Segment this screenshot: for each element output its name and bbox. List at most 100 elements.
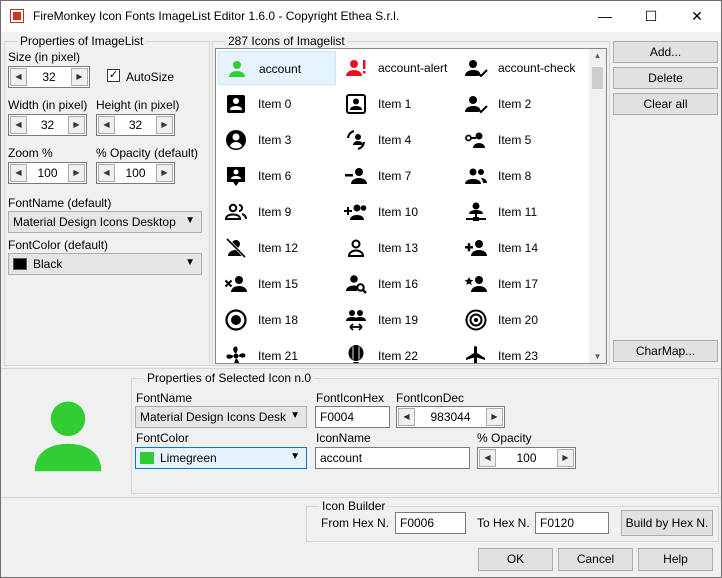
icon-list-item[interactable]: Item 9: [218, 195, 336, 229]
scroll-down-icon[interactable]: ▼: [589, 352, 606, 361]
icon-list-item[interactable]: Item 15: [218, 267, 336, 301]
width-value[interactable]: 32: [29, 118, 66, 132]
fonticondec-increment-icon[interactable]: ▶: [486, 408, 503, 426]
target-icon: [465, 309, 487, 331]
fonticondec-spin[interactable]: ◀ 983044 ▶: [396, 406, 505, 428]
selected-icon-group-title: Properties of Selected Icon n.0: [144, 371, 315, 385]
cancel-button[interactable]: Cancel: [558, 548, 633, 571]
icon-list[interactable]: Item 23 Item 22 Item 21 Item 20 Item 19 Item …: [215, 48, 607, 364]
icon-list-item[interactable]: Item 22: [338, 339, 456, 363]
height-spin[interactable]: ◀ 32 ▶: [96, 114, 175, 136]
help-button[interactable]: Help: [638, 548, 713, 571]
opacity-spin[interactable]: ◀ 100 ▶: [96, 162, 175, 184]
icon-list-item[interactable]: Item 4: [338, 123, 456, 157]
close-button[interactable]: ✕: [674, 1, 720, 32]
height-decrement-icon[interactable]: ◀: [98, 116, 115, 134]
icon-list-item-label: Item 23: [498, 349, 539, 363]
opacity-value[interactable]: 100: [117, 166, 154, 180]
icon-opacity-label: % Opacity: [477, 431, 532, 445]
fontname-combo[interactable]: Material Design Icons Desk ▼: [135, 406, 307, 428]
icon-list-item[interactable]: account-alert: [338, 51, 456, 85]
minimize-button[interactable]: —: [582, 1, 628, 32]
fonticonhex-input[interactable]: F0004: [315, 406, 390, 428]
icon-list-item-label: Item 2: [498, 97, 532, 111]
ok-button[interactable]: OK: [478, 548, 553, 571]
icon-list-item-label: Item 22: [378, 349, 419, 363]
icon-list-item[interactable]: Item 18: [218, 303, 336, 337]
icon-opacity-increment-icon[interactable]: ▶: [557, 449, 574, 467]
icon-list-item[interactable]: Item 10: [338, 195, 456, 229]
fontcolor-combo[interactable]: Limegreen ▼: [135, 447, 307, 469]
icon-list-item[interactable]: Item 12: [218, 231, 336, 265]
account-off-icon: [225, 237, 247, 259]
icon-list-item[interactable]: Item 7: [338, 159, 456, 193]
icon-opacity-value[interactable]: 100: [498, 451, 555, 465]
icon-list-item[interactable]: Item 17: [458, 267, 576, 301]
icon-list-scrollbar[interactable]: ▲ ▼: [589, 49, 606, 363]
icon-list-item[interactable]: Item 6: [218, 159, 336, 193]
autosize-checkbox[interactable]: ✓: [107, 69, 120, 82]
editor-window: FireMonkey Icon Fonts ImageList Editor 1…: [0, 0, 722, 578]
opacity-increment-icon[interactable]: ▶: [156, 164, 173, 182]
height-value[interactable]: 32: [117, 118, 154, 132]
build-by-hex-button[interactable]: Build by Hex N.: [621, 510, 713, 536]
fontname-default-combo[interactable]: Material Design Icons Desktop ▼: [8, 211, 202, 233]
fontcolor-default-value: Black: [33, 257, 63, 271]
icon-list-item[interactable]: Item 16: [338, 267, 456, 301]
icon-list-item[interactable]: Item 3: [218, 123, 336, 157]
size-increment-icon[interactable]: ▶: [71, 68, 88, 86]
icon-list-item[interactable]: Item 21: [218, 339, 336, 363]
icon-list-item[interactable]: Item 23: [458, 339, 576, 363]
account-box-icon: [227, 95, 245, 113]
icon-list-item-label: Item 20: [498, 313, 539, 327]
account-check-icon: [465, 60, 488, 78]
icon-list-item-label: Item 5: [498, 133, 532, 147]
zoom-increment-icon[interactable]: ▶: [68, 164, 85, 182]
icon-opacity-spin[interactable]: ◀ 100 ▶: [477, 447, 576, 469]
account-plus-icon: [465, 240, 487, 256]
zoom-decrement-icon[interactable]: ◀: [10, 164, 27, 182]
add-button[interactable]: Add...: [613, 41, 718, 63]
icon-list-item[interactable]: Item 2: [458, 87, 576, 121]
icon-list-item[interactable]: Item 13: [338, 231, 456, 265]
opacity-decrement-icon[interactable]: ◀: [98, 164, 115, 182]
width-label: Width (in pixel): [8, 98, 88, 112]
icon-list-item[interactable]: account-check: [458, 51, 576, 85]
scroll-up-icon[interactable]: ▲: [589, 51, 606, 60]
fontcolor-default-label: FontColor (default): [8, 238, 109, 252]
height-increment-icon[interactable]: ▶: [156, 116, 173, 134]
fonticondec-decrement-icon[interactable]: ◀: [398, 408, 415, 426]
zoom-spin[interactable]: ◀ 100 ▶: [8, 162, 87, 184]
size-decrement-icon[interactable]: ◀: [10, 68, 27, 86]
iconname-input[interactable]: account: [315, 447, 470, 469]
icon-list-item[interactable]: Item 8: [458, 159, 576, 193]
charmap-button[interactable]: CharMap...: [613, 340, 718, 362]
icon-list-item-label: Item 4: [378, 133, 412, 147]
clear-all-button[interactable]: Clear all: [613, 93, 718, 115]
icon-list-item[interactable]: Item 1: [338, 87, 456, 121]
scrollbar-thumb[interactable]: [592, 67, 603, 89]
icon-list-item[interactable]: Item 11: [458, 195, 576, 229]
icon-list-item[interactable]: Item 5: [458, 123, 576, 157]
size-value[interactable]: 32: [29, 70, 69, 84]
from-hex-input[interactable]: F0006: [395, 512, 466, 534]
size-spin[interactable]: ◀ 32 ▶: [8, 66, 90, 88]
account-network-icon: [466, 202, 486, 221]
delete-button[interactable]: Delete: [613, 67, 718, 89]
icon-list-item[interactable]: Item 14: [458, 231, 576, 265]
width-spin[interactable]: ◀ 32 ▶: [8, 114, 87, 136]
icon-list-item[interactable]: Item 19: [338, 303, 456, 337]
maximize-button[interactable]: ☐: [628, 1, 674, 32]
icon-list-item[interactable]: Item 0: [218, 87, 336, 121]
width-decrement-icon[interactable]: ◀: [10, 116, 27, 134]
icon-list-item[interactable]: Item 20: [458, 303, 576, 337]
account-star-icon: [464, 276, 487, 292]
icon-opacity-decrement-icon[interactable]: ◀: [479, 449, 496, 467]
fonticondec-value[interactable]: 983044: [417, 410, 484, 424]
zoom-value[interactable]: 100: [29, 166, 66, 180]
width-increment-icon[interactable]: ▶: [68, 116, 85, 134]
to-hex-input[interactable]: F0120: [535, 512, 609, 534]
icon-list-item[interactable]: account: [218, 51, 336, 85]
fontcolor-default-combo[interactable]: Black ▼: [8, 253, 202, 275]
selected-icon-preview: [34, 401, 102, 472]
